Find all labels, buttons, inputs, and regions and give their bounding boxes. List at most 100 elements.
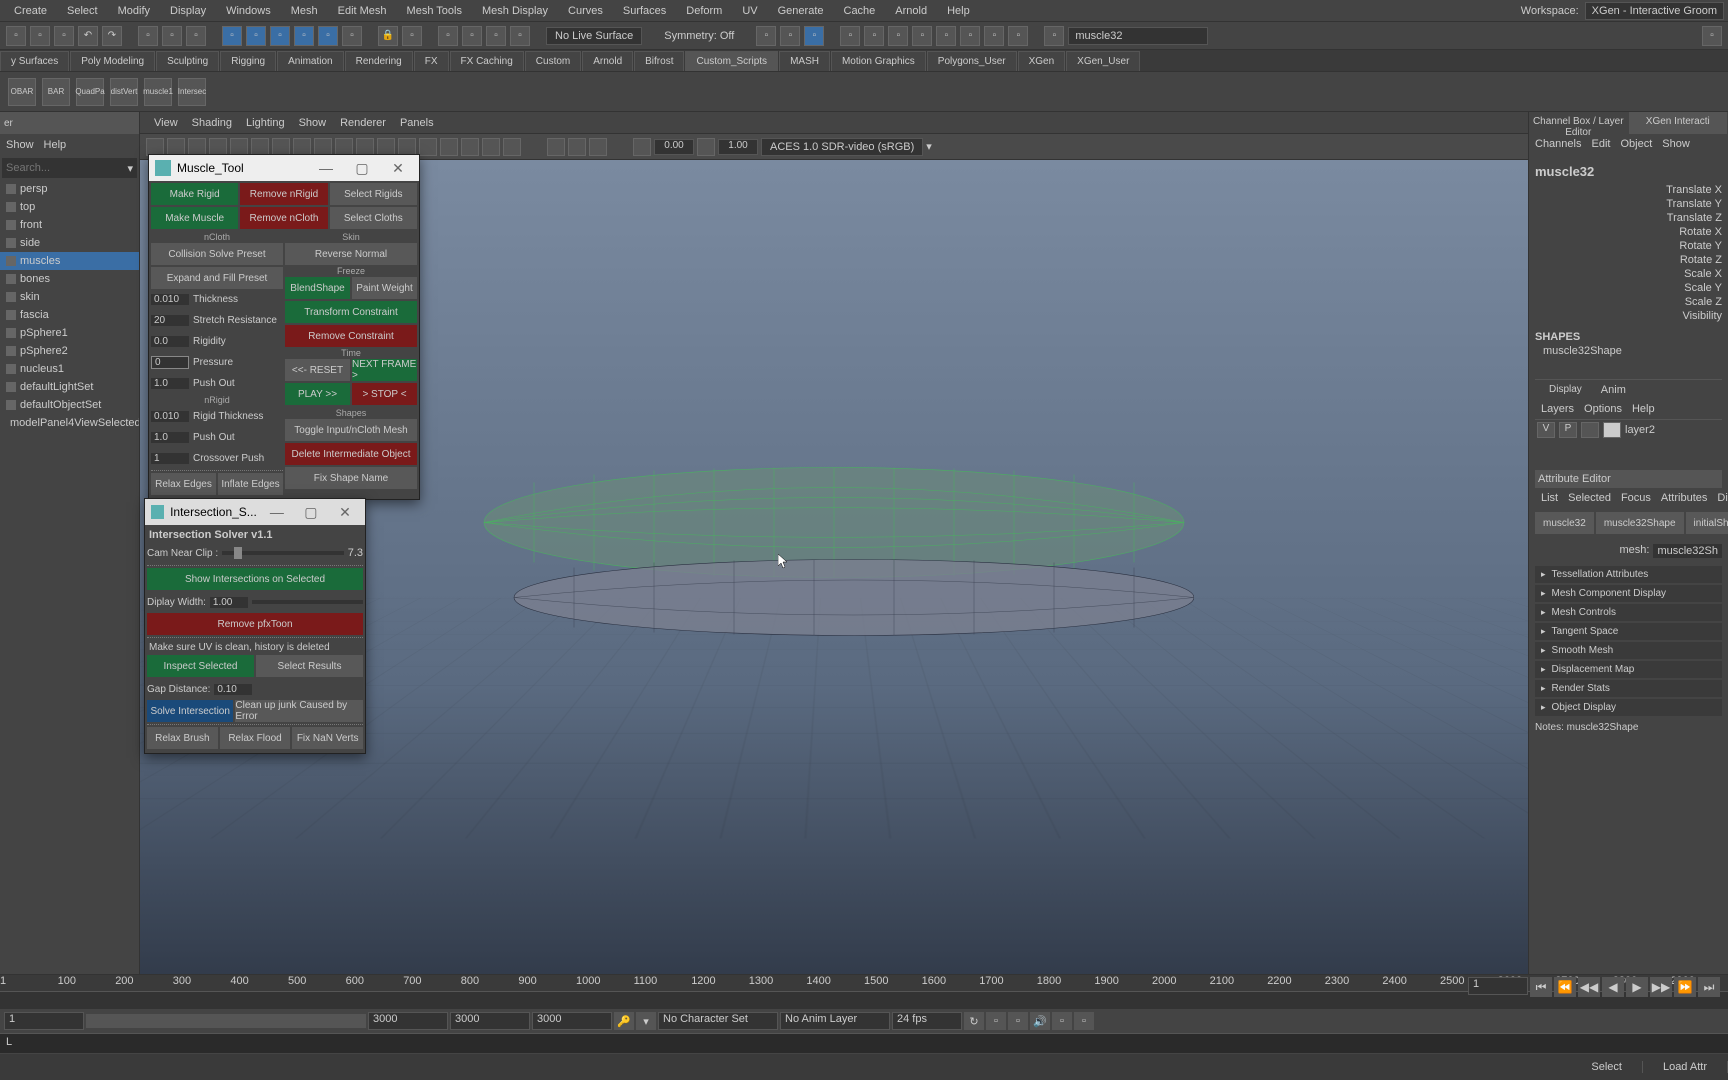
blendshape-button[interactable]: BlendShape — [285, 277, 350, 299]
vp-ao-icon[interactable] — [440, 138, 458, 156]
menu-cache[interactable]: Cache — [834, 5, 886, 17]
shelf-tab-xgenuser[interactable]: XGen_User — [1066, 51, 1140, 71]
ae-node-tab[interactable]: muscle32 — [1535, 512, 1594, 534]
start-frame-field[interactable]: 1 — [4, 1012, 84, 1030]
remove-ncloth-button[interactable]: Remove nCloth — [240, 207, 327, 229]
vp-grid-icon[interactable] — [209, 138, 227, 156]
select-results-button[interactable]: Select Results — [256, 655, 363, 677]
autokey-icon[interactable]: ▫ — [804, 26, 824, 46]
attr-sx[interactable]: Scale X — [1535, 267, 1722, 281]
ae-focus[interactable]: Focus — [1621, 492, 1651, 504]
load-attr-button[interactable]: Load Attr — [1643, 1061, 1728, 1073]
outliner-item[interactable]: persp — [0, 180, 139, 198]
outliner-item[interactable]: side — [0, 234, 139, 252]
layers-menu[interactable]: Layers — [1541, 403, 1574, 415]
shelf-tab-polyuser[interactable]: Polygons_User — [927, 51, 1017, 71]
intersection-titlebar[interactable]: Intersection_S... — ▢ ✕ — [145, 499, 365, 525]
autokey-toggle[interactable]: ▾ — [636, 1012, 656, 1030]
charset-dropdown[interactable]: No Character Set — [658, 1012, 778, 1030]
pushout-field[interactable]: 1.0 — [151, 378, 189, 389]
close-icon[interactable]: ✕ — [383, 160, 413, 177]
search-input[interactable] — [6, 162, 127, 174]
vp-gamma-icon[interactable] — [697, 138, 715, 156]
ae-selected[interactable]: Selected — [1568, 492, 1611, 504]
vp-textured-icon[interactable] — [356, 138, 374, 156]
outliner-item[interactable]: defaultObjectSet — [0, 396, 139, 414]
vp-shadows-icon[interactable] — [398, 138, 416, 156]
history-icon[interactable]: ▫ — [402, 26, 422, 46]
outliner-item[interactable]: pSphere1 — [0, 324, 139, 342]
layer-row[interactable]: V P layer2 — [1535, 419, 1722, 440]
select-rigids-button[interactable]: Select Rigids — [330, 183, 417, 205]
tb3-icon[interactable]: ▫ — [888, 26, 908, 46]
graph-icon[interactable]: ▫ — [986, 1012, 1006, 1030]
attr-rz[interactable]: Rotate Z — [1535, 253, 1722, 267]
inspect-button[interactable]: Inspect Selected — [147, 655, 254, 677]
menu-mesh[interactable]: Mesh — [281, 5, 328, 17]
tb2-icon[interactable]: ▫ — [864, 26, 884, 46]
menu-create[interactable]: Create — [4, 5, 57, 17]
menu-generate[interactable]: Generate — [768, 5, 834, 17]
outliner-help[interactable]: Help — [44, 139, 67, 151]
vp-gate-icon[interactable] — [251, 138, 269, 156]
select-cloths-button[interactable]: Select Cloths — [330, 207, 417, 229]
command-line[interactable]: L — [0, 1033, 1728, 1053]
reverse-normal-button[interactable]: Reverse Normal — [285, 243, 417, 265]
animlayer-dropdown[interactable]: No Anim Layer — [780, 1012, 890, 1030]
outliner-item[interactable]: modelPanel4ViewSelectedS — [0, 414, 139, 432]
shelf-tab-poly[interactable]: Poly Modeling — [70, 51, 155, 71]
shelf-tab-rigging[interactable]: Rigging — [220, 51, 276, 71]
shelf-distvert-icon[interactable]: distVert — [110, 78, 138, 106]
live-surface-field[interactable]: No Live Surface — [546, 27, 642, 45]
shelf-tab-render[interactable]: Rendering — [345, 51, 413, 71]
menu-meshdisplay[interactable]: Mesh Display — [472, 5, 558, 17]
outliner-item[interactable]: top — [0, 198, 139, 216]
attr-tz[interactable]: Translate Z — [1535, 211, 1722, 225]
shelf-tab-fxcache[interactable]: FX Caching — [450, 51, 524, 71]
vp-isolate-icon[interactable] — [547, 138, 565, 156]
attr-tx[interactable]: Translate X — [1535, 183, 1722, 197]
muscle-tool-titlebar[interactable]: Muscle_Tool — ▢ ✕ — [149, 155, 419, 181]
tab-channelbox[interactable]: Channel Box / Layer Editor — [1529, 112, 1629, 134]
save-scene-icon[interactable]: ▫ — [54, 26, 74, 46]
minimize-icon[interactable]: — — [311, 160, 341, 176]
step-fwd-key-icon[interactable]: ⏩ — [1674, 977, 1696, 997]
relax-brush-button[interactable]: Relax Brush — [147, 727, 218, 749]
vp-shading[interactable]: Shading — [192, 117, 232, 129]
fix-nan-button[interactable]: Fix NaN Verts — [292, 727, 363, 749]
undo-icon[interactable]: ↶ — [78, 26, 98, 46]
vp-show[interactable]: Show — [299, 117, 327, 129]
shelf-tab-bifrost[interactable]: Bifrost — [634, 51, 684, 71]
human-icon[interactable]: ▫ — [1074, 1012, 1094, 1030]
render-view-icon[interactable]: ▫ — [510, 26, 530, 46]
vp-lighting[interactable]: Lighting — [246, 117, 285, 129]
shelf-tab-mash[interactable]: MASH — [779, 51, 830, 71]
menu-meshtools[interactable]: Mesh Tools — [397, 5, 472, 17]
rigidity-field[interactable]: 0.0 — [151, 336, 189, 347]
tb4-icon[interactable]: ▫ — [912, 26, 932, 46]
cleanup-button[interactable]: Clean up junk Caused by Error — [235, 700, 363, 722]
audio-icon[interactable]: 🔊 — [1030, 1012, 1050, 1030]
loop-icon[interactable]: ↻ — [964, 1012, 984, 1030]
tb6-icon[interactable]: ▫ — [960, 26, 980, 46]
vp-gamma-field[interactable]: 1.00 — [718, 139, 758, 155]
pushout2-field[interactable]: 1.0 — [151, 432, 189, 443]
outliner-item[interactable]: bones — [0, 270, 139, 288]
menu-curves[interactable]: Curves — [558, 5, 613, 17]
snap-plane-icon[interactable]: ▫ — [294, 26, 314, 46]
sec-smooth[interactable]: Smooth Mesh — [1535, 642, 1722, 659]
dropdown-icon[interactable]: ▾ — [926, 140, 932, 153]
node-name[interactable]: muscle32 — [1535, 160, 1722, 183]
attr-vis[interactable]: Visibility — [1535, 309, 1722, 323]
remove-constraint-button[interactable]: Remove Constraint — [285, 325, 417, 347]
stop-button[interactable]: > STOP < — [352, 383, 417, 405]
tab-anim[interactable]: Anim — [1601, 384, 1626, 396]
muscle-tool-window[interactable]: Muscle_Tool — ▢ ✕ Make Rigid Remove nRig… — [148, 154, 420, 500]
step-back-icon[interactable]: ◀◀ — [1578, 977, 1600, 997]
redo-icon[interactable]: ↷ — [102, 26, 122, 46]
key-icon[interactable]: 🔑 — [614, 1012, 634, 1030]
shelf-tab-custom[interactable]: Custom — [525, 51, 581, 71]
outliner-tree[interactable]: persp top front side muscles bones skin … — [0, 180, 139, 1036]
render-icon[interactable]: ▫ — [438, 26, 458, 46]
menu-display[interactable]: Display — [160, 5, 216, 17]
